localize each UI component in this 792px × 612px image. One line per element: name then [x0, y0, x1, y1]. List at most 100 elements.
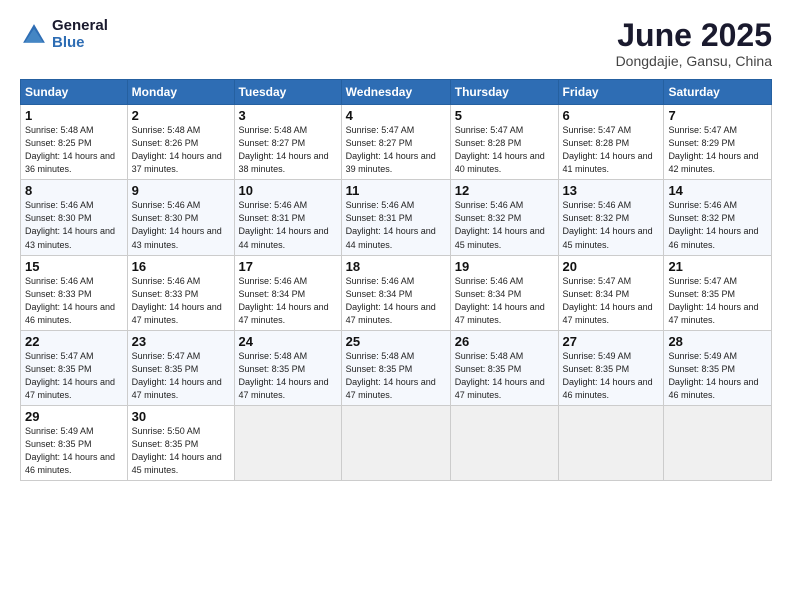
cell-4-3: 24 Sunrise: 5:48 AM Sunset: 8:35 PM Dayl… — [234, 330, 341, 405]
cell-1-5: 5 Sunrise: 5:47 AM Sunset: 8:28 PM Dayli… — [450, 105, 558, 180]
day-number: 22 — [25, 334, 123, 349]
day-number: 23 — [132, 334, 230, 349]
cell-info: Sunrise: 5:48 AM Sunset: 8:27 PM Dayligh… — [239, 124, 337, 176]
day-number: 7 — [668, 108, 767, 123]
cell-info: Sunrise: 5:47 AM Sunset: 8:35 PM Dayligh… — [25, 350, 123, 402]
day-number: 24 — [239, 334, 337, 349]
cell-2-6: 13 Sunrise: 5:46 AM Sunset: 8:32 PM Dayl… — [558, 180, 664, 255]
day-number: 3 — [239, 108, 337, 123]
cell-1-6: 6 Sunrise: 5:47 AM Sunset: 8:28 PM Dayli… — [558, 105, 664, 180]
cell-info: Sunrise: 5:46 AM Sunset: 8:30 PM Dayligh… — [25, 199, 123, 251]
header-row: Sunday Monday Tuesday Wednesday Thursday… — [21, 80, 772, 105]
cell-5-4 — [341, 405, 450, 480]
logo-text: General Blue — [52, 18, 108, 51]
col-wednesday: Wednesday — [341, 80, 450, 105]
cell-3-6: 20 Sunrise: 5:47 AM Sunset: 8:34 PM Dayl… — [558, 255, 664, 330]
cell-2-3: 10 Sunrise: 5:46 AM Sunset: 8:31 PM Dayl… — [234, 180, 341, 255]
cell-3-2: 16 Sunrise: 5:46 AM Sunset: 8:33 PM Dayl… — [127, 255, 234, 330]
cell-info: Sunrise: 5:49 AM Sunset: 8:35 PM Dayligh… — [668, 350, 767, 402]
cell-info: Sunrise: 5:46 AM Sunset: 8:34 PM Dayligh… — [455, 275, 554, 327]
cell-5-2: 30 Sunrise: 5:50 AM Sunset: 8:35 PM Dayl… — [127, 405, 234, 480]
day-number: 15 — [25, 259, 123, 274]
cell-3-1: 15 Sunrise: 5:46 AM Sunset: 8:33 PM Dayl… — [21, 255, 128, 330]
cell-info: Sunrise: 5:48 AM Sunset: 8:35 PM Dayligh… — [346, 350, 446, 402]
cell-2-1: 8 Sunrise: 5:46 AM Sunset: 8:30 PM Dayli… — [21, 180, 128, 255]
day-number: 21 — [668, 259, 767, 274]
cell-info: Sunrise: 5:49 AM Sunset: 8:35 PM Dayligh… — [25, 425, 123, 477]
day-number: 6 — [563, 108, 660, 123]
cell-4-4: 25 Sunrise: 5:48 AM Sunset: 8:35 PM Dayl… — [341, 330, 450, 405]
cell-info: Sunrise: 5:47 AM Sunset: 8:35 PM Dayligh… — [132, 350, 230, 402]
day-number: 20 — [563, 259, 660, 274]
calendar-table: Sunday Monday Tuesday Wednesday Thursday… — [20, 79, 772, 481]
day-number: 19 — [455, 259, 554, 274]
col-tuesday: Tuesday — [234, 80, 341, 105]
cell-2-5: 12 Sunrise: 5:46 AM Sunset: 8:32 PM Dayl… — [450, 180, 558, 255]
month-title: June 2025 — [616, 18, 772, 53]
day-number: 12 — [455, 183, 554, 198]
day-number: 25 — [346, 334, 446, 349]
cell-2-7: 14 Sunrise: 5:46 AM Sunset: 8:32 PM Dayl… — [664, 180, 772, 255]
cell-4-6: 27 Sunrise: 5:49 AM Sunset: 8:35 PM Dayl… — [558, 330, 664, 405]
cell-info: Sunrise: 5:46 AM Sunset: 8:32 PM Dayligh… — [668, 199, 767, 251]
week-row-2: 8 Sunrise: 5:46 AM Sunset: 8:30 PM Dayli… — [21, 180, 772, 255]
col-thursday: Thursday — [450, 80, 558, 105]
day-number: 28 — [668, 334, 767, 349]
cell-3-5: 19 Sunrise: 5:46 AM Sunset: 8:34 PM Dayl… — [450, 255, 558, 330]
week-row-3: 15 Sunrise: 5:46 AM Sunset: 8:33 PM Dayl… — [21, 255, 772, 330]
cell-info: Sunrise: 5:49 AM Sunset: 8:35 PM Dayligh… — [563, 350, 660, 402]
cell-info: Sunrise: 5:46 AM Sunset: 8:32 PM Dayligh… — [563, 199, 660, 251]
day-number: 1 — [25, 108, 123, 123]
cell-info: Sunrise: 5:46 AM Sunset: 8:34 PM Dayligh… — [346, 275, 446, 327]
cell-5-3 — [234, 405, 341, 480]
logo-icon — [20, 21, 48, 49]
day-number: 29 — [25, 409, 123, 424]
col-monday: Monday — [127, 80, 234, 105]
cell-1-2: 2 Sunrise: 5:48 AM Sunset: 8:26 PM Dayli… — [127, 105, 234, 180]
cell-info: Sunrise: 5:48 AM Sunset: 8:35 PM Dayligh… — [239, 350, 337, 402]
day-number: 17 — [239, 259, 337, 274]
cell-info: Sunrise: 5:47 AM Sunset: 8:28 PM Dayligh… — [563, 124, 660, 176]
page: General Blue June 2025 Dongdajie, Gansu,… — [0, 0, 792, 612]
cell-info: Sunrise: 5:48 AM Sunset: 8:25 PM Dayligh… — [25, 124, 123, 176]
header: General Blue June 2025 Dongdajie, Gansu,… — [20, 18, 772, 69]
cell-info: Sunrise: 5:48 AM Sunset: 8:35 PM Dayligh… — [455, 350, 554, 402]
cell-5-5 — [450, 405, 558, 480]
col-sunday: Sunday — [21, 80, 128, 105]
day-number: 10 — [239, 183, 337, 198]
cell-4-7: 28 Sunrise: 5:49 AM Sunset: 8:35 PM Dayl… — [664, 330, 772, 405]
col-friday: Friday — [558, 80, 664, 105]
cell-3-7: 21 Sunrise: 5:47 AM Sunset: 8:35 PM Dayl… — [664, 255, 772, 330]
week-row-1: 1 Sunrise: 5:48 AM Sunset: 8:25 PM Dayli… — [21, 105, 772, 180]
cell-info: Sunrise: 5:46 AM Sunset: 8:33 PM Dayligh… — [132, 275, 230, 327]
day-number: 16 — [132, 259, 230, 274]
location: Dongdajie, Gansu, China — [616, 53, 772, 69]
cell-info: Sunrise: 5:46 AM Sunset: 8:30 PM Dayligh… — [132, 199, 230, 251]
cell-info: Sunrise: 5:46 AM Sunset: 8:31 PM Dayligh… — [346, 199, 446, 251]
logo-blue-text: Blue — [52, 35, 108, 52]
cell-info: Sunrise: 5:47 AM Sunset: 8:27 PM Dayligh… — [346, 124, 446, 176]
day-number: 11 — [346, 183, 446, 198]
day-number: 26 — [455, 334, 554, 349]
day-number: 5 — [455, 108, 554, 123]
logo: General Blue — [20, 18, 108, 51]
cell-4-5: 26 Sunrise: 5:48 AM Sunset: 8:35 PM Dayl… — [450, 330, 558, 405]
cell-4-1: 22 Sunrise: 5:47 AM Sunset: 8:35 PM Dayl… — [21, 330, 128, 405]
cell-1-3: 3 Sunrise: 5:48 AM Sunset: 8:27 PM Dayli… — [234, 105, 341, 180]
cell-info: Sunrise: 5:48 AM Sunset: 8:26 PM Dayligh… — [132, 124, 230, 176]
cell-info: Sunrise: 5:46 AM Sunset: 8:33 PM Dayligh… — [25, 275, 123, 327]
col-saturday: Saturday — [664, 80, 772, 105]
cell-info: Sunrise: 5:47 AM Sunset: 8:34 PM Dayligh… — [563, 275, 660, 327]
cell-4-2: 23 Sunrise: 5:47 AM Sunset: 8:35 PM Dayl… — [127, 330, 234, 405]
day-number: 30 — [132, 409, 230, 424]
cell-5-6 — [558, 405, 664, 480]
cell-2-4: 11 Sunrise: 5:46 AM Sunset: 8:31 PM Dayl… — [341, 180, 450, 255]
cell-info: Sunrise: 5:50 AM Sunset: 8:35 PM Dayligh… — [132, 425, 230, 477]
cell-3-4: 18 Sunrise: 5:46 AM Sunset: 8:34 PM Dayl… — [341, 255, 450, 330]
cell-info: Sunrise: 5:46 AM Sunset: 8:34 PM Dayligh… — [239, 275, 337, 327]
cell-1-1: 1 Sunrise: 5:48 AM Sunset: 8:25 PM Dayli… — [21, 105, 128, 180]
day-number: 9 — [132, 183, 230, 198]
week-row-5: 29 Sunrise: 5:49 AM Sunset: 8:35 PM Dayl… — [21, 405, 772, 480]
day-number: 13 — [563, 183, 660, 198]
day-number: 8 — [25, 183, 123, 198]
